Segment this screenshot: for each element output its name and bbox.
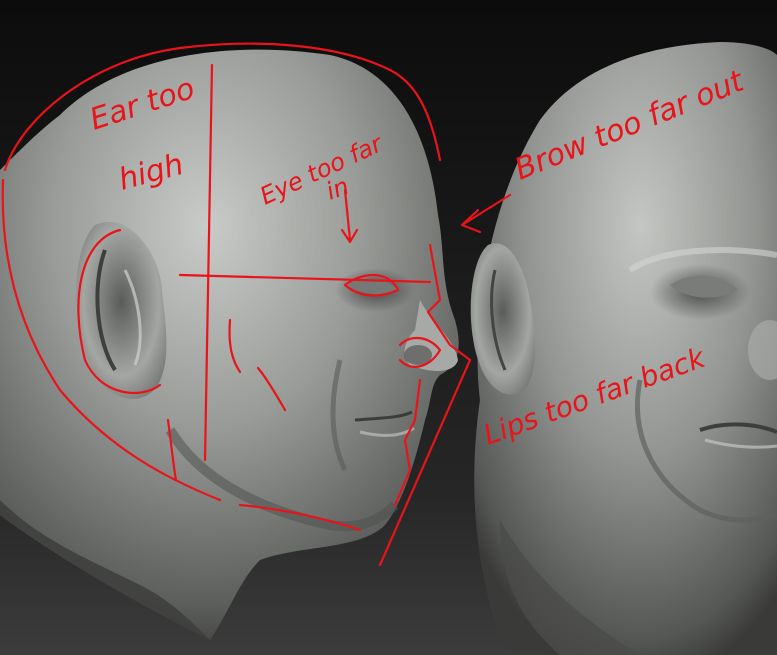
sculpt-critique-image: Ear too high Eye too far in Brow too far…	[0, 0, 777, 655]
sculpt-scene: Ear too high Eye too far in Brow too far…	[0, 0, 777, 655]
